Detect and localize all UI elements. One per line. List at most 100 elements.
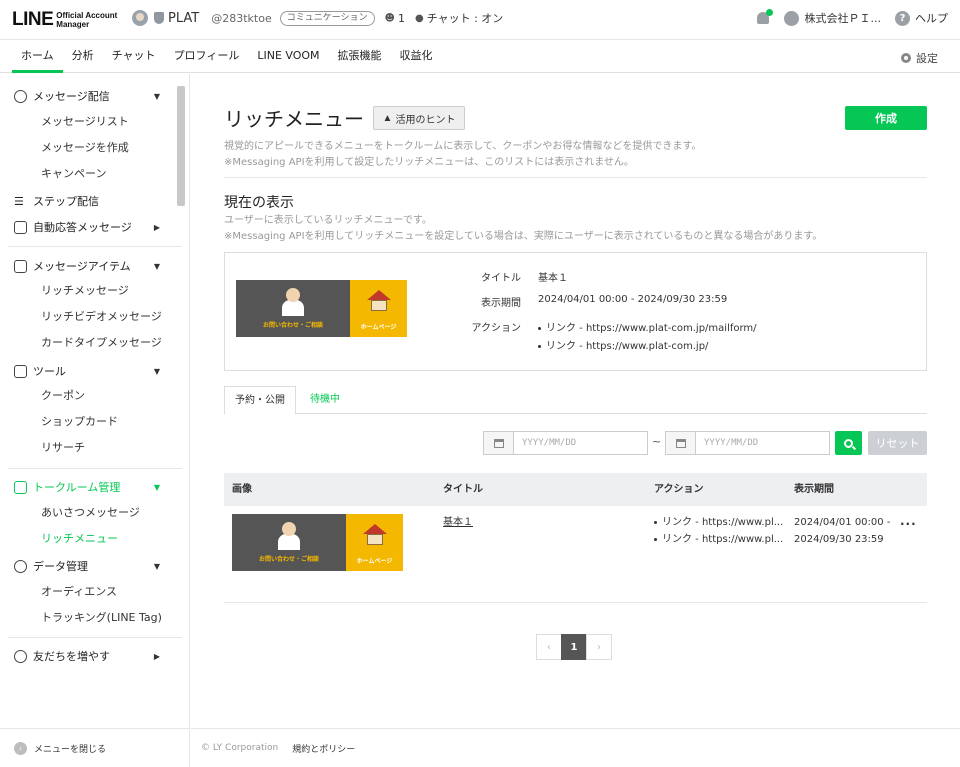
- prev-page-button[interactable]: ‹: [536, 634, 562, 660]
- sidebar-item-research[interactable]: リサーチ: [41, 438, 85, 458]
- sidebar-group-auto-reply[interactable]: 自動応答メッセージ ▶: [14, 216, 174, 238]
- row-period-start: 2024/04/01 00:00 -: [794, 517, 891, 528]
- reset-button[interactable]: リセット: [868, 431, 927, 455]
- sidebar-group-tools[interactable]: ツール ▼: [14, 360, 174, 382]
- sidebar-divider: [8, 637, 182, 638]
- page-1-button[interactable]: 1: [561, 634, 587, 660]
- nav-tabs: ホーム 分析 チャット プロフィール LINE VOOM 拡張機能 収益化: [0, 40, 442, 73]
- page-note: ※Messaging APIを利用して設定したリッチメニューは、このリストには表…: [224, 157, 634, 168]
- logo-sub-text: Official Account Manager: [56, 11, 118, 29]
- caret-down-icon: ▼: [153, 261, 160, 271]
- row-action: リンク - https://www.pl...: [654, 531, 783, 548]
- nav-tab-monetization[interactable]: 収益化: [391, 40, 442, 73]
- column-image: 画像: [232, 484, 252, 495]
- sidebar-item-campaign[interactable]: キャンペーン: [41, 164, 106, 184]
- add-friend-icon: [14, 649, 27, 663]
- create-button[interactable]: 作成: [845, 106, 927, 130]
- database-icon: [14, 559, 27, 573]
- top-header: LINE Official Account Manager PLAT @283t…: [0, 0, 960, 40]
- caret-down-icon: ▼: [153, 482, 160, 492]
- sidebar-item-card-message[interactable]: カードタイプメッセージ: [41, 333, 162, 353]
- sidebar-item-coupon[interactable]: クーポン: [41, 386, 85, 406]
- sidebar-scrollbar[interactable]: [177, 86, 185, 206]
- policy-link[interactable]: 規約とポリシー: [292, 742, 355, 755]
- account-info[interactable]: PLAT @283tktoe コミュニケーション ☻ 1 ● チャット : オン: [132, 10, 503, 26]
- step-icon: ☰: [14, 194, 24, 208]
- start-date-placeholder: YYYY/MM/DD: [522, 438, 577, 448]
- account-name[interactable]: PLAT: [168, 11, 199, 26]
- section-divider: [224, 177, 927, 178]
- nav-tab-line-voom[interactable]: LINE VOOM: [248, 40, 328, 73]
- chat-status[interactable]: ● チャット : オン: [415, 10, 503, 26]
- close-menu-button[interactable]: ‹ メニューを閉じる: [14, 742, 106, 755]
- shield-icon: [154, 12, 164, 24]
- table-header: 画像 タイトル アクション 表示期間: [224, 473, 927, 506]
- hint-button[interactable]: ▲ 活用のヒント: [373, 106, 465, 130]
- sidebar-item-rich-video-message[interactable]: リッチビデオメッセージ: [41, 307, 162, 327]
- help-icon[interactable]: ?: [895, 10, 910, 26]
- sidebar-group-broadcast[interactable]: メッセージ配信 ▼: [14, 85, 174, 107]
- next-page-button[interactable]: ›: [586, 634, 612, 660]
- account-type-badge: コミュニケーション: [279, 10, 375, 26]
- person-icon: ☻: [384, 12, 395, 24]
- nav-tab-chat[interactable]: チャット: [103, 40, 165, 73]
- current-rich-menu-card: お問い合わせ・ご相談 ホームページ タイトル 基本１ 表示期間 2024/04/…: [224, 252, 927, 371]
- sidebar-item-shop-card[interactable]: ショップカード: [41, 412, 118, 432]
- logo-main-text: LINE: [12, 9, 54, 30]
- more-options-icon[interactable]: ···: [900, 517, 917, 531]
- nav-tab-analytics[interactable]: 分析: [63, 40, 103, 73]
- sidebar-group-add-friends[interactable]: 友だちを増やす ▶: [14, 645, 174, 667]
- sidebar-item-audience[interactable]: オーディエンス: [41, 582, 117, 602]
- period-label: 表示期間: [481, 298, 521, 309]
- account-id: @283tktoe: [211, 11, 272, 25]
- action-label: アクション: [471, 323, 522, 334]
- sidebar-group-data[interactable]: データ管理 ▼: [14, 555, 174, 577]
- sidebar-group-message-items[interactable]: メッセージアイテム ▼: [14, 255, 174, 277]
- sidebar-item-message-list[interactable]: メッセージリスト: [41, 112, 129, 132]
- sidebar-item-create-message[interactable]: メッセージを作成: [41, 138, 129, 158]
- period-value: 2024/04/01 00:00 - 2024/09/30 23:59: [538, 294, 728, 305]
- company-name[interactable]: 株式会社ＰＩ...: [805, 10, 882, 26]
- end-date-field[interactable]: YYYY/MM/DD: [665, 431, 830, 455]
- nav-tab-home[interactable]: ホーム: [12, 40, 63, 73]
- status-tabs: 予約・公開 待機中: [224, 386, 927, 415]
- row-rich-menu-image[interactable]: お問い合わせ・ご相談 ホームページ: [232, 514, 403, 571]
- title-label: タイトル: [481, 273, 521, 284]
- help-link[interactable]: ヘルプ: [915, 10, 948, 26]
- tab-pending[interactable]: 待機中: [300, 386, 350, 414]
- footer: © LY Corporation 規約とポリシー: [191, 728, 960, 767]
- row-title-link[interactable]: 基本１: [443, 514, 473, 531]
- line-oa-logo[interactable]: LINE Official Account Manager: [12, 9, 117, 31]
- table-row-divider: [224, 602, 927, 603]
- tab-published[interactable]: 予約・公開: [224, 386, 296, 415]
- action-item: リンク - https://www.plat-com.jp/mailform/: [538, 319, 757, 334]
- copyright: © LY Corporation: [201, 743, 279, 753]
- account-avatar[interactable]: [132, 10, 148, 26]
- rich-menu-image: お問い合わせ・ご相談 ホームページ: [236, 280, 407, 337]
- rich-menu-home-area: ホームページ: [350, 280, 407, 337]
- nav-tab-extensions[interactable]: 拡張機能: [329, 40, 391, 73]
- sidebar-group-talkroom[interactable]: トークルーム管理 ▼: [14, 476, 174, 498]
- tools-icon: [14, 364, 27, 378]
- sidebar-item-greeting[interactable]: あいさつメッセージ: [41, 503, 140, 523]
- gear-icon: [901, 53, 911, 63]
- sidebar-item-tracking[interactable]: トラッキング(LINE Tag): [41, 608, 162, 628]
- notification-bell-icon[interactable]: [756, 9, 773, 26]
- sidebar: メッセージ配信 ▼ メッセージリスト メッセージを作成 キャンペーン ☰ ステッ…: [0, 74, 190, 767]
- column-period: 表示期間: [794, 484, 834, 495]
- sidebar-item-rich-message[interactable]: リッチメッセージ: [41, 281, 129, 301]
- current-display-description: ユーザーに表示しているリッチメニューです。: [224, 215, 432, 226]
- sidebar-group-step[interactable]: ☰ ステップ配信: [14, 190, 174, 212]
- calendar-icon: [666, 432, 696, 454]
- friends-count: ☻ 1: [384, 11, 405, 25]
- user-icon[interactable]: [783, 10, 799, 26]
- talkroom-icon: [14, 480, 27, 494]
- start-date-field[interactable]: YYYY/MM/DD: [483, 431, 648, 455]
- settings-link[interactable]: 設定: [901, 50, 938, 66]
- search-button[interactable]: [835, 431, 862, 455]
- pagination: ‹ 1 ›: [536, 634, 612, 660]
- nav-tab-profile[interactable]: プロフィール: [165, 40, 249, 73]
- sidebar-item-rich-menu[interactable]: リッチメニュー: [41, 529, 118, 549]
- house-icon: [363, 524, 387, 545]
- current-display-note: ※Messaging APIを利用してリッチメニューを設定している場合は、実際に…: [224, 231, 823, 242]
